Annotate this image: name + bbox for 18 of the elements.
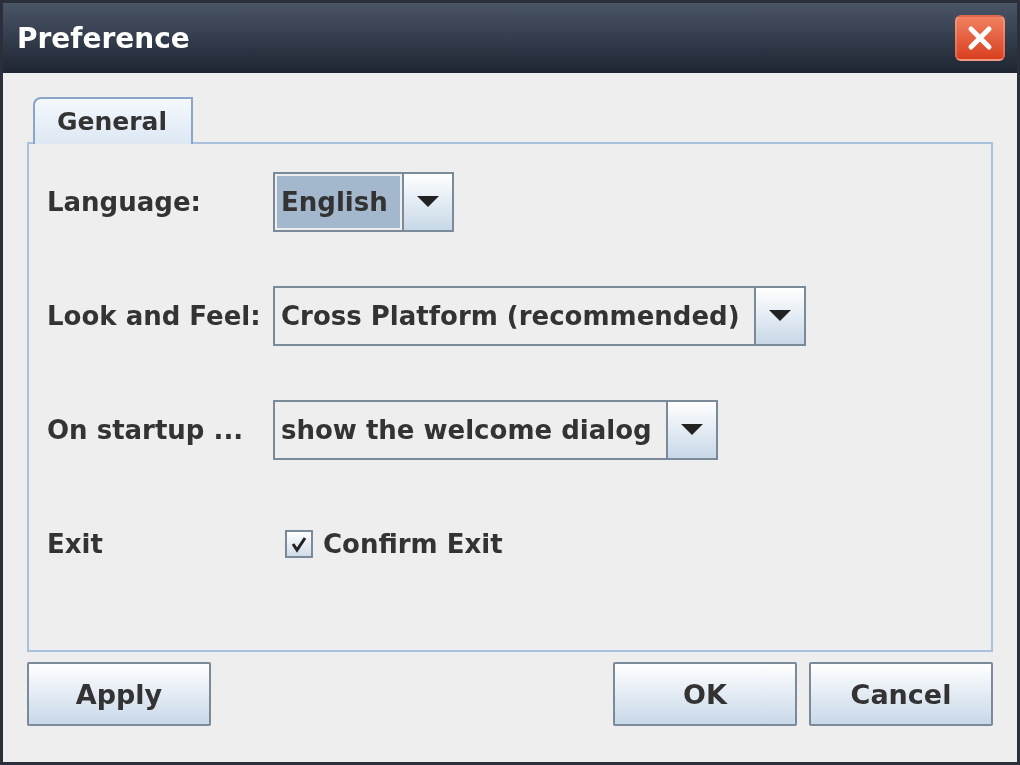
close-button[interactable] [955, 15, 1005, 61]
tab[interactable]: General [33, 97, 193, 144]
caret-icon [416, 196, 439, 208]
setting-label: Exit [47, 529, 104, 559]
checkbox[interactable] [285, 530, 313, 558]
dialog-button[interactable]: Apply [27, 662, 211, 726]
dialog-button[interactable]: OK [613, 662, 797, 726]
dropdown[interactable]: Cross Platform (recommended) [273, 286, 806, 346]
window-title: Preference [17, 21, 190, 55]
setting-label: Look and Feel: [47, 301, 262, 331]
caret-icon [768, 310, 791, 322]
dialog-button[interactable]: Cancel [809, 662, 993, 726]
checkbox-label[interactable]: Confirm Exit [323, 529, 503, 559]
dropdown[interactable]: English [273, 172, 454, 232]
setting-label: On startup ... [47, 415, 245, 445]
caret-icon [680, 424, 703, 436]
dropdown[interactable]: show the welcome dialog [273, 400, 718, 460]
setting-label: Language: [47, 187, 202, 217]
